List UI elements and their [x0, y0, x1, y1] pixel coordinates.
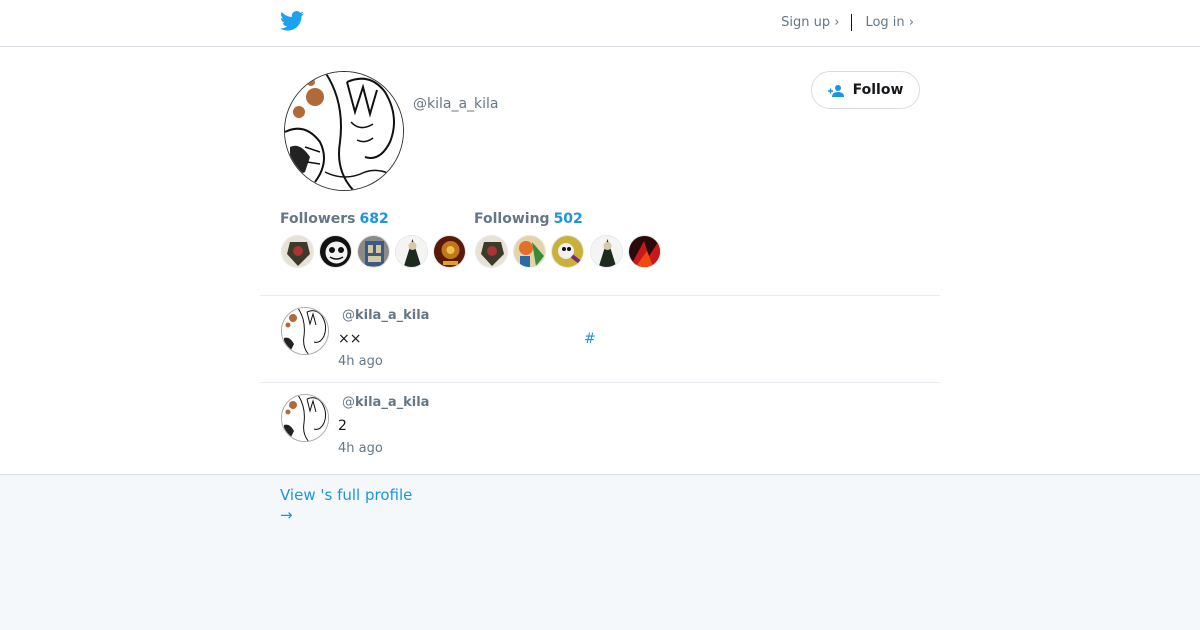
tweet-handle[interactable]: @kila_a_kila: [342, 395, 429, 410]
following-avatar[interactable]: [551, 235, 584, 268]
arrow-right-icon: →: [280, 506, 293, 524]
tweet-at: @: [342, 395, 355, 410]
followers-label: Followers: [280, 211, 356, 227]
profile-avatar[interactable]: [284, 71, 404, 191]
tweet-timestamp[interactable]: 4h ago: [338, 441, 383, 456]
following-avatar[interactable]: [475, 235, 508, 268]
tweet-avatar[interactable]: [281, 394, 329, 442]
followers-count: 682: [359, 211, 389, 227]
header-nav: Sign up › Log in ›: [781, 14, 914, 31]
add-user-icon: [827, 84, 844, 97]
tweet-handle[interactable]: @kila_a_kila: [342, 308, 429, 323]
profile-handle: @kila_a_kila: [413, 96, 499, 112]
follower-avatar[interactable]: [319, 235, 352, 268]
follow-label: Follow: [852, 82, 904, 98]
following-avatar[interactable]: [513, 235, 546, 268]
view-full-profile-label: View 's full profile: [280, 486, 413, 504]
signup-link[interactable]: Sign up ›: [781, 15, 839, 30]
twitter-bird-icon[interactable]: [280, 11, 304, 31]
tweet-at: @: [342, 308, 355, 323]
login-link[interactable]: Log in ›: [865, 15, 914, 30]
divider: [260, 295, 940, 296]
following-avatar[interactable]: [628, 235, 661, 268]
following-label: Following: [474, 211, 550, 227]
tweet-avatar[interactable]: [281, 307, 329, 355]
tweet-text: 2: [338, 418, 347, 434]
profile-card: @kila_a_kila Follow Followers 682 Followi…: [0, 47, 1200, 475]
tweet-username: kila_a_kila: [355, 395, 430, 410]
tweet-text: ××: [338, 331, 362, 347]
followers-stat[interactable]: Followers 682: [280, 211, 389, 227]
nav-separator: [851, 14, 853, 31]
follower-avatar[interactable]: [433, 235, 466, 268]
following-avatar[interactable]: [590, 235, 623, 268]
hashtag-link[interactable]: #: [584, 331, 596, 347]
following-stat[interactable]: Following 502: [474, 211, 583, 227]
following-count: 502: [553, 211, 583, 227]
follower-avatar[interactable]: [281, 235, 314, 268]
tweet-timestamp[interactable]: 4h ago: [338, 354, 383, 369]
tweet-username: kila_a_kila: [355, 308, 430, 323]
follower-avatar[interactable]: [395, 235, 428, 268]
view-full-profile-link[interactable]: View 's full profile →: [280, 485, 412, 525]
divider: [260, 382, 940, 383]
top-bar: Sign up › Log in ›: [0, 0, 1200, 47]
follow-button[interactable]: Follow: [811, 71, 920, 109]
follower-avatar[interactable]: [357, 235, 390, 268]
